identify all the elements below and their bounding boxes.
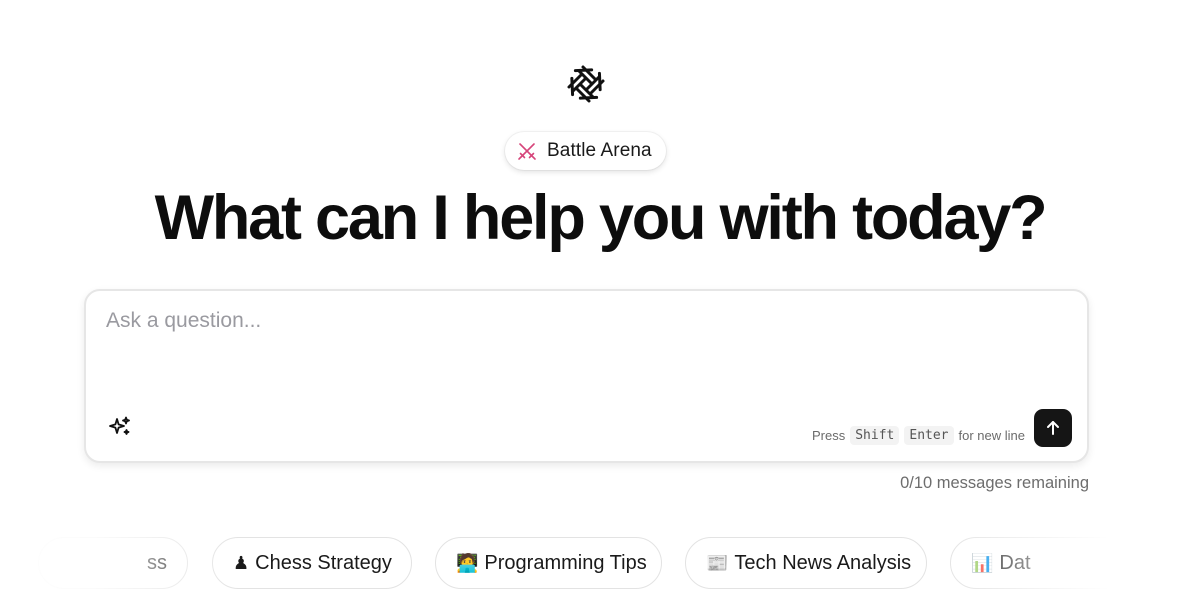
technologist-icon: 🧑‍💻 xyxy=(456,552,479,573)
suggestion-label: ss xyxy=(147,551,167,574)
hint-prefix: Press xyxy=(812,428,846,443)
page-title: What can I help you with today? xyxy=(154,183,1048,253)
question-input[interactable] xyxy=(106,309,1046,389)
crossed-swords-icon xyxy=(518,143,536,160)
arrow-up-icon xyxy=(1047,421,1059,435)
suggestion-label: Tech News Analysis xyxy=(734,551,912,574)
suggestion-chip[interactable]: ♟ Chess Strategy xyxy=(212,537,412,589)
send-button[interactable] xyxy=(1034,409,1072,447)
page: Battle Arena What can I help you with to… xyxy=(0,0,1200,595)
messages-remaining: 0/10 messages remaining xyxy=(900,474,1089,492)
hint-suffix: for new line xyxy=(958,428,1025,443)
bar-chart-icon: 📊 xyxy=(971,552,994,573)
newline-hint: Press Shift Enter for new line xyxy=(812,426,1025,445)
battle-arena-label: Battle Arena xyxy=(547,140,652,161)
suggestion-carousel: ss ♟ Chess Strategy 🧑‍💻 Programming Tips… xyxy=(0,537,1200,591)
suggestion-label: Dat xyxy=(999,551,1031,574)
suggestion-label: Chess Strategy xyxy=(255,551,392,574)
suggestion-label: Programming Tips xyxy=(484,551,647,574)
suggestion-chip[interactable]: 📊 Dat xyxy=(950,537,1150,589)
suggestion-chip[interactable]: 📰 Tech News Analysis xyxy=(685,537,927,589)
shift-key: Shift xyxy=(850,426,900,445)
newspaper-icon: 📰 xyxy=(706,552,729,573)
sparkle-icon[interactable] xyxy=(108,415,132,439)
battle-arena-badge[interactable]: Battle Arena xyxy=(505,132,666,170)
enter-key: Enter xyxy=(904,426,954,445)
chess-pawn-icon: ♟ xyxy=(233,552,250,573)
radial-burst-logo-icon xyxy=(567,65,605,103)
question-composer: Press Shift Enter for new line xyxy=(84,289,1089,463)
suggestion-chip[interactable]: ss xyxy=(38,537,188,589)
suggestion-chip[interactable]: 🧑‍💻 Programming Tips xyxy=(435,537,662,589)
